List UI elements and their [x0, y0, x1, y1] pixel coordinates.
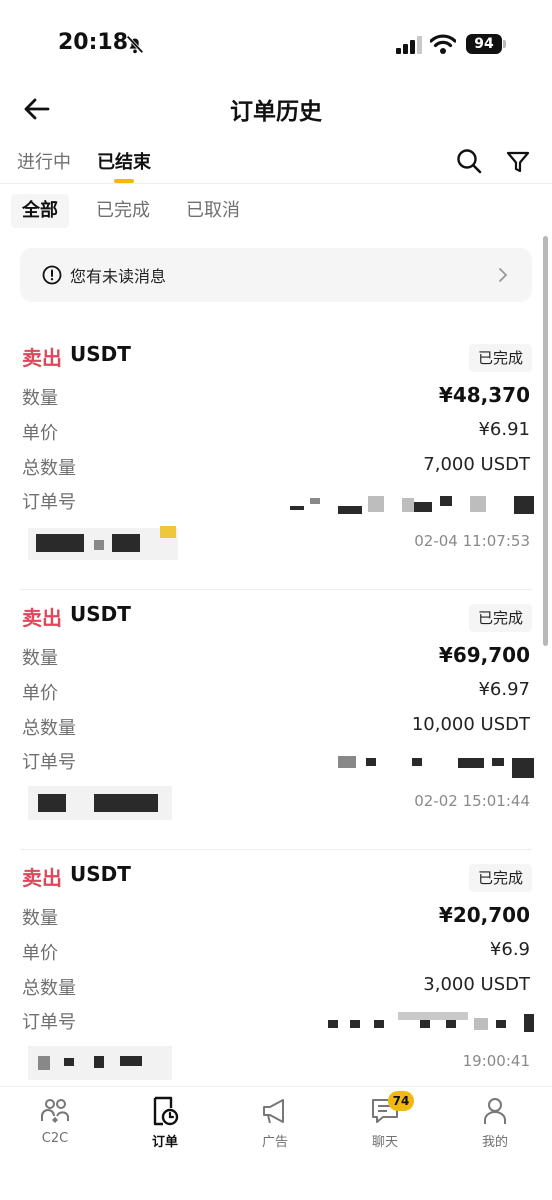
- notice-text: 您有未读消息: [70, 267, 167, 286]
- nav-label: 聊天: [371, 1135, 398, 1150]
- quantity-label: 总数量: [22, 458, 76, 479]
- order-side: 卖出: [22, 346, 62, 370]
- signal-icon: [396, 36, 422, 54]
- info-icon: [42, 265, 62, 285]
- scrollbar[interactable]: [543, 236, 548, 646]
- bottom-nav: C2C 订单 广告 聊天 74 我的: [0, 1086, 552, 1200]
- order-card[interactable]: 卖出 USDT 已完成 数量 ¥20,700 单价 ¥6.9 总数量 3,000…: [0, 850, 552, 1086]
- order-time: 02-04 11:07:53: [414, 532, 530, 550]
- price-label: 单价: [22, 423, 58, 444]
- quantity-value: 10,000 USDT: [411, 714, 530, 735]
- amount-label: 数量: [22, 648, 58, 669]
- price-value: ¥6.9: [489, 939, 530, 960]
- chat-unread-badge: 74: [388, 1091, 414, 1111]
- nav-label: C2C: [41, 1131, 69, 1146]
- order-card[interactable]: 卖出 USDT 已完成 数量 ¥69,700 单价 ¥6.97 总数量 10,0…: [0, 590, 552, 850]
- order-icon: [153, 1096, 179, 1126]
- order-no-label: 订单号: [22, 752, 76, 773]
- subtab-all[interactable]: 全部: [11, 194, 69, 228]
- quantity-label: 总数量: [22, 978, 76, 999]
- order-side: 卖出: [22, 866, 62, 890]
- quantity-label: 总数量: [22, 718, 76, 739]
- profile-icon: [484, 1098, 506, 1124]
- order-asset: USDT: [70, 602, 131, 626]
- header: 订单历史: [0, 88, 552, 132]
- order-asset: USDT: [70, 862, 131, 886]
- megaphone-icon: [263, 1099, 284, 1124]
- status-badge: 已完成: [468, 604, 532, 632]
- order-time: 02-02 15:01:44: [414, 792, 530, 810]
- battery-indicator: 94: [466, 34, 502, 54]
- order-no-label: 订单号: [22, 1012, 76, 1033]
- active-tab-indicator: [114, 179, 134, 183]
- quantity-value: 3,000 USDT: [423, 974, 530, 995]
- price-label: 单价: [22, 683, 58, 704]
- status-badge: 已完成: [468, 864, 532, 892]
- status-bar: 20:18 94: [0, 0, 552, 88]
- status-badge: 已完成: [468, 344, 532, 372]
- amount-label: 数量: [22, 388, 58, 409]
- nav-item-chat[interactable]: 聊天: [330, 1095, 440, 1155]
- amount-value: ¥48,370: [438, 383, 530, 407]
- quantity-value: 7,000 USDT: [423, 454, 530, 475]
- amount-label: 数量: [22, 908, 58, 929]
- nav-item-c2c[interactable]: C2C: [0, 1095, 110, 1155]
- search-icon[interactable]: [456, 148, 482, 174]
- bell-off-icon: [126, 35, 144, 54]
- battery-cap: [503, 40, 506, 48]
- nav-item-profile[interactable]: 我的: [440, 1095, 550, 1155]
- nav-label: 广告: [261, 1135, 288, 1150]
- subtab-completed[interactable]: 已完成: [85, 194, 161, 228]
- order-card[interactable]: 卖出 USDT 已完成 数量 ¥48,370 单价 ¥6.91 总数量 7,00…: [0, 330, 552, 590]
- order-no-label: 订单号: [22, 492, 76, 513]
- tab-finished[interactable]: 已结束: [97, 148, 151, 174]
- nav-item-orders[interactable]: 订单: [110, 1095, 220, 1155]
- order-side: 卖出: [22, 606, 62, 630]
- order-time: 19:00:41: [462, 1052, 530, 1070]
- price-label: 单价: [22, 943, 58, 964]
- subtab-cancelled[interactable]: 已取消: [175, 194, 251, 228]
- nav-label: 我的: [481, 1135, 508, 1150]
- nav-label: 订单: [151, 1135, 178, 1150]
- price-value: ¥6.97: [478, 679, 530, 700]
- back-arrow-icon[interactable]: [22, 94, 52, 124]
- amount-value: ¥69,700: [438, 643, 530, 667]
- order-asset: USDT: [70, 342, 131, 366]
- tab-in-progress[interactable]: 进行中: [17, 148, 71, 174]
- page-title: 订单历史: [230, 99, 322, 125]
- unread-messages-banner[interactable]: 您有未读消息: [20, 248, 532, 302]
- main-tabs: 进行中 已结束: [0, 142, 552, 184]
- filter-icon[interactable]: [506, 150, 530, 174]
- price-value: ¥6.91: [478, 419, 530, 440]
- nav-item-ads[interactable]: 广告: [220, 1095, 330, 1155]
- sub-tabs: 全部 已完成 已取消: [0, 194, 552, 230]
- users-icon: [41, 1099, 69, 1123]
- wifi-icon: [430, 34, 456, 54]
- chevron-right-icon: [499, 268, 508, 282]
- status-time: 20:18: [58, 30, 129, 55]
- amount-value: ¥20,700: [438, 903, 530, 927]
